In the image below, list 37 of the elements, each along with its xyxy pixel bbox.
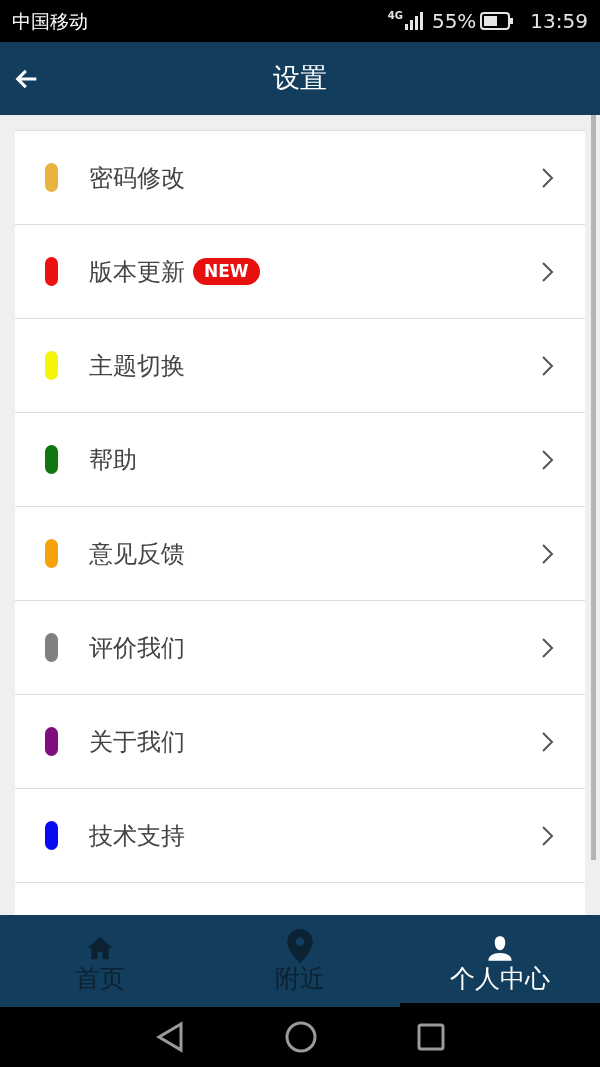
carrier-name: 中国移动 [12, 8, 88, 34]
location-pin-icon [287, 929, 313, 963]
back-triangle-icon[interactable] [155, 1021, 185, 1053]
row-label: 评价我们 [89, 632, 185, 664]
chevron-right-icon [541, 636, 555, 659]
chevron-right-icon [541, 260, 555, 283]
chevron-right-icon [541, 448, 555, 471]
battery-percent: 55% [431, 8, 477, 35]
clock-time: 13:59 [530, 8, 588, 35]
chevron-right-icon [541, 730, 555, 753]
battery-icon [480, 11, 515, 31]
new-badge: NEW [193, 257, 260, 286]
home-circle-icon[interactable] [285, 1021, 317, 1053]
chevron-right-icon [541, 166, 555, 189]
chevron-right-icon [541, 824, 555, 847]
row-label: 意见反馈 [89, 538, 185, 570]
settings-row[interactable]: 关于我们 [15, 694, 585, 789]
settings-row[interactable]: 帮助 [15, 412, 585, 507]
row-label: 帮助 [89, 444, 137, 476]
settings-row[interactable]: 技术支持 [15, 788, 585, 883]
row-label: 版本更新 [89, 256, 185, 288]
row-label: 技术支持 [89, 820, 185, 852]
page-title: 设置 [273, 61, 327, 96]
settings-row[interactable]: 意见反馈 [15, 506, 585, 601]
network-type: 4G [387, 8, 403, 23]
settings-row[interactable]: 评价我们 [15, 600, 585, 695]
row-label: 主题切换 [89, 350, 185, 382]
chevron-right-icon [541, 354, 555, 377]
row-label: 关于我们 [89, 726, 185, 758]
user-icon [486, 935, 514, 963]
settings-row[interactable]: 版本更新 NEW [15, 224, 585, 319]
settings-row[interactable]: 密码修改 [15, 130, 585, 225]
recents-square-icon[interactable] [417, 1023, 445, 1051]
settings-row[interactable]: 主题切换 [15, 318, 585, 413]
chevron-right-icon [541, 542, 555, 565]
row-label: 密码修改 [89, 162, 185, 194]
signal-icon [403, 11, 424, 31]
